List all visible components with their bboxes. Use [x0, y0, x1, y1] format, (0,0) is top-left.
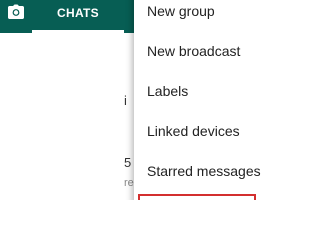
tab-camera[interactable]	[0, 0, 32, 33]
menu-item-label: New group	[147, 3, 215, 19]
tab-chats-label: CHATS	[57, 6, 99, 20]
chat-list-text-fragment: i	[124, 93, 127, 108]
chat-list-text-fragment: 5	[124, 155, 132, 170]
chat-list-text-fragment: re	[124, 177, 134, 189]
overflow-menu: New group New broadcast Labels Linked de…	[134, 0, 300, 200]
menu-item-linked-devices[interactable]: Linked devices	[134, 112, 300, 152]
menu-item-label: Linked devices	[147, 123, 240, 139]
menu-item-labels[interactable]: Labels	[134, 72, 300, 112]
camera-icon	[8, 4, 24, 19]
menu-item-new-broadcast[interactable]: New broadcast	[134, 32, 300, 72]
menu-item-new-group[interactable]: New group	[134, 0, 300, 32]
menu-item-label: New broadcast	[147, 43, 241, 59]
menu-item-starred-messages[interactable]: Starred messages	[134, 152, 300, 192]
menu-item-label: Labels	[147, 83, 189, 99]
tab-chats[interactable]: CHATS	[32, 0, 124, 33]
tab-active-indicator	[32, 30, 124, 33]
annotation-highlight-box	[138, 194, 256, 200]
app-screen: CHATS i 5 re New group New broadcast Lab…	[0, 0, 300, 200]
menu-item-label: Starred messages	[147, 163, 261, 179]
